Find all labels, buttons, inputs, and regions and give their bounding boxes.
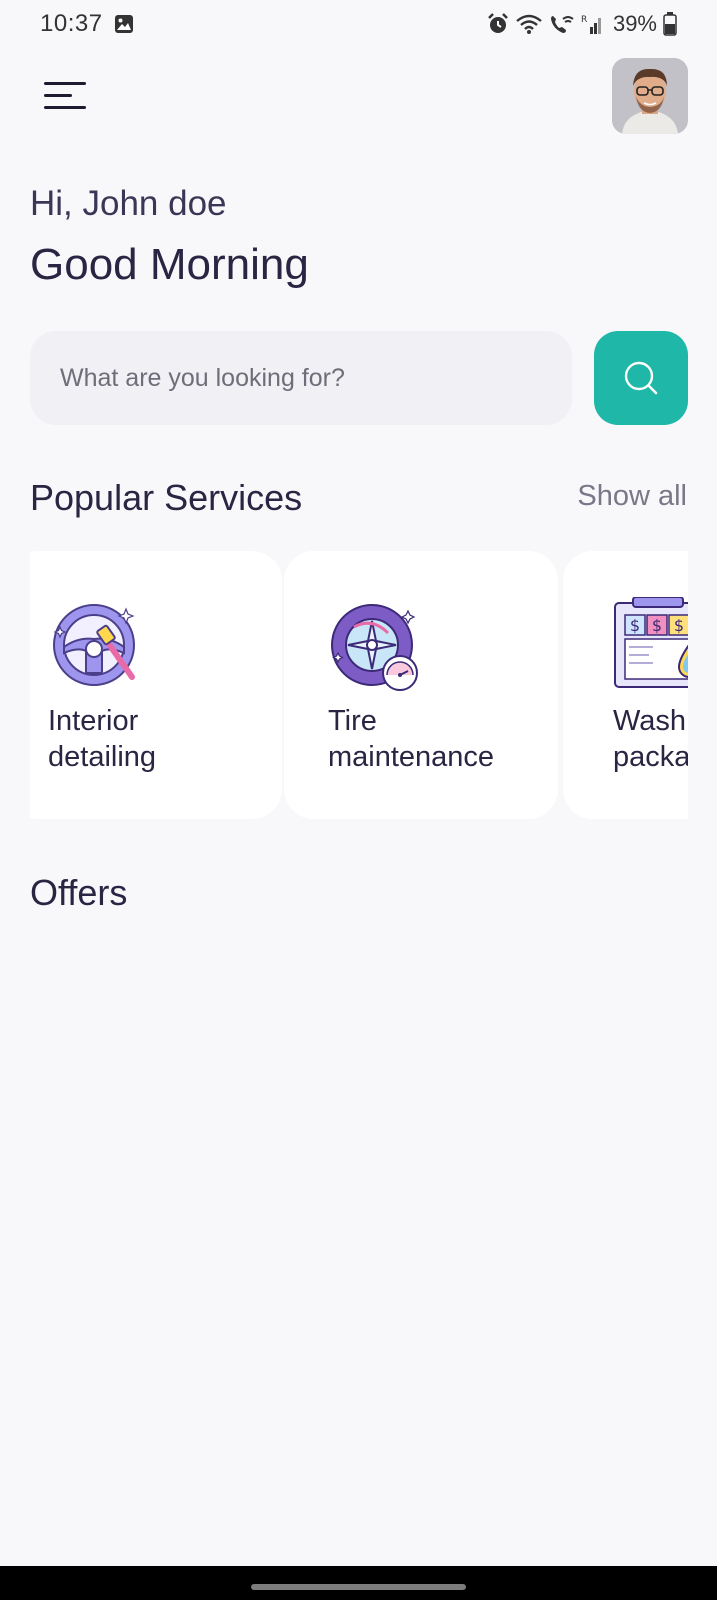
services-carousel[interactable]: Interior detailing Tire maintenance $ $ … [30, 551, 688, 819]
search-input[interactable]: What are you looking for? [30, 331, 572, 425]
show-all-link[interactable]: Show all [577, 480, 687, 513]
greeting-text: Hi, John doe [30, 184, 227, 223]
wifi-calling-icon [550, 16, 574, 33]
svg-text:R: R [581, 15, 587, 25]
search-icon [624, 361, 658, 395]
service-card-interior-detailing[interactable]: Interior detailing [30, 551, 282, 819]
battery-percentage: 39% [612, 11, 657, 36]
search-button[interactable] [594, 331, 688, 425]
alarm-icon [488, 13, 508, 33]
user-avatar[interactable] [612, 58, 688, 134]
wifi-icon [516, 14, 542, 34]
offers-title: Offers [30, 872, 128, 913]
svg-text:$: $ [652, 616, 662, 635]
signal-icon: R [581, 15, 601, 34]
tire-icon [331, 604, 418, 691]
status-bar: 10:37 R 39% [0, 0, 717, 48]
price-board-icon: $ $ $ [614, 597, 688, 688]
popular-services-title: Popular Services [30, 477, 303, 518]
status-icons: R 39% [487, 10, 677, 38]
page-title: Good Morning [30, 240, 309, 289]
svg-text:$: $ [674, 616, 684, 635]
service-label: Interior detailing [48, 705, 157, 773]
service-label: Wash packages [613, 705, 688, 773]
battery-icon [663, 12, 677, 36]
svg-text:$: $ [630, 616, 640, 635]
steering-wheel-icon [53, 604, 135, 686]
hamburger-menu-icon[interactable] [44, 78, 90, 114]
service-label: Tire maintenance [328, 705, 495, 773]
avatar-image [612, 58, 688, 134]
image-icon [115, 15, 133, 33]
system-navigation-bar [0, 1566, 717, 1600]
service-card-tire-maintenance[interactable]: Tire maintenance [284, 551, 558, 819]
service-card-wash-packages[interactable]: $ $ $ Wash packages [563, 551, 688, 819]
home-gesture-handle[interactable] [251, 1584, 466, 1590]
status-time: 10:37 [40, 10, 103, 37]
